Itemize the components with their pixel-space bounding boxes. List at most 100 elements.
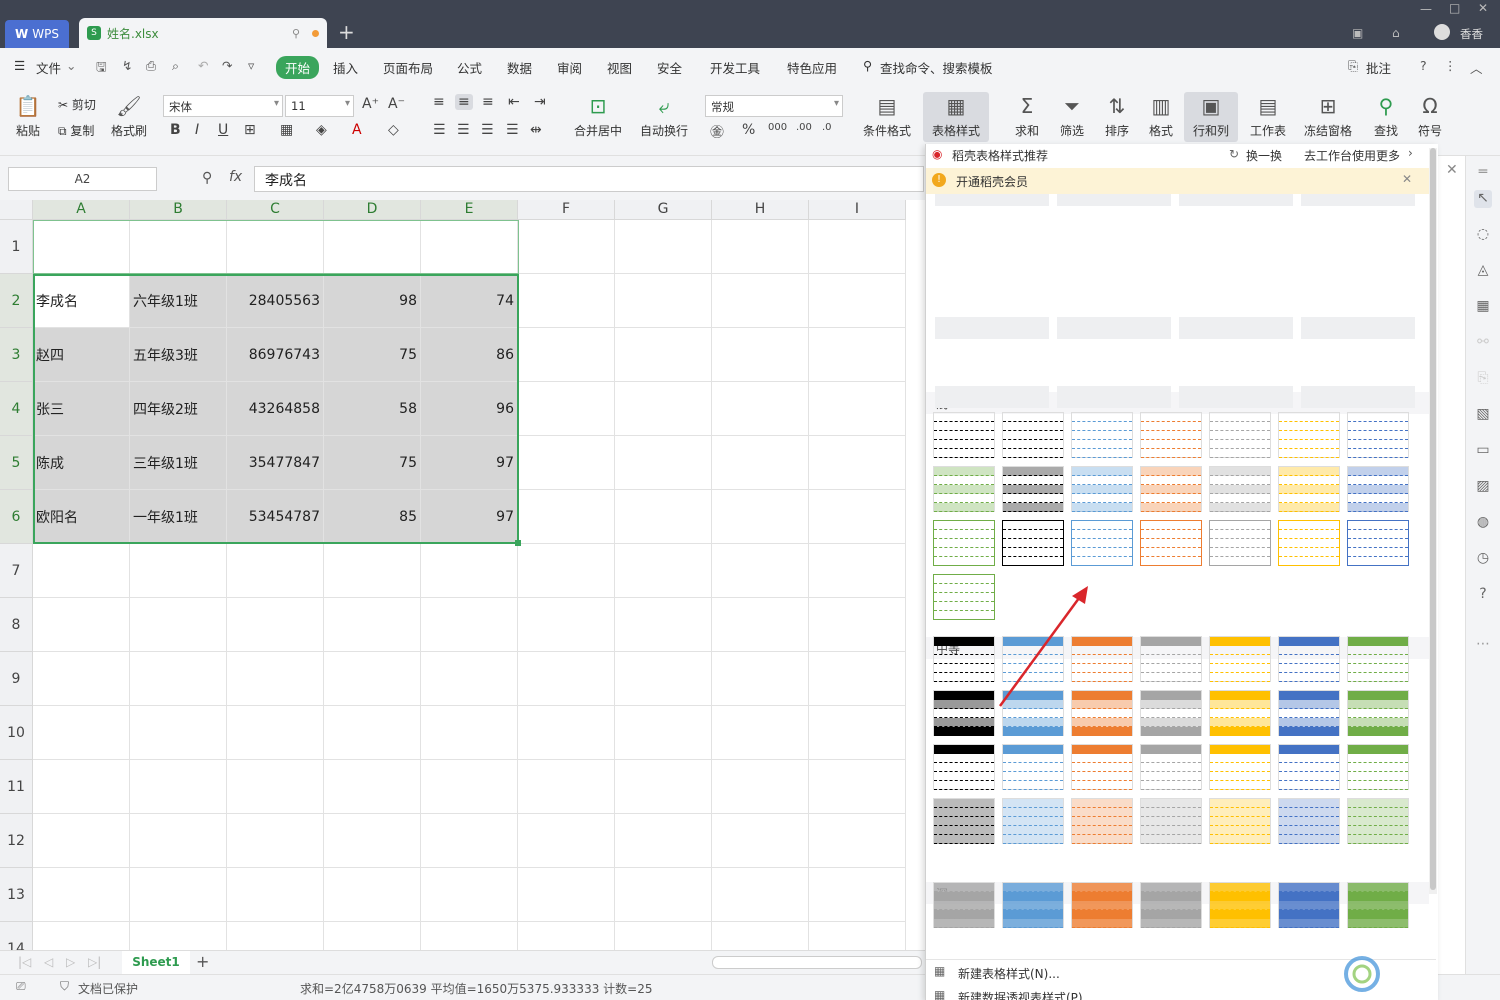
- table-style-thumbnail[interactable]: [1347, 744, 1409, 790]
- format-painter-button[interactable]: 🖌 格式刷: [108, 94, 150, 139]
- cell[interactable]: [518, 328, 615, 382]
- table-style-thumbnail[interactable]: [1071, 412, 1133, 458]
- cell[interactable]: [227, 706, 324, 760]
- cell-style-icon[interactable]: ▦: [280, 122, 293, 138]
- close-panel-icon[interactable]: ✕: [1446, 162, 1458, 178]
- table-style-thumbnail[interactable]: [933, 744, 995, 790]
- selection-stats[interactable]: 求和=2亿4758万0639 平均值=1650万5375.933333 计数=2…: [300, 980, 652, 997]
- menu-tab-security[interactable]: 安全: [657, 58, 682, 77]
- cell[interactable]: [130, 760, 227, 814]
- last-sheet-icon[interactable]: ▷|: [88, 955, 101, 969]
- table-style-thumbnail[interactable]: [1140, 520, 1202, 566]
- skin-icon[interactable]: ⌂: [1392, 26, 1400, 40]
- cell[interactable]: [809, 436, 906, 490]
- menu-tab-special[interactable]: 特色应用: [787, 58, 837, 77]
- align-top-icon[interactable]: ≡: [433, 94, 445, 110]
- close-window-icon[interactable]: ✕: [1478, 1, 1488, 15]
- cell[interactable]: [712, 220, 809, 274]
- avatar[interactable]: [1434, 24, 1450, 40]
- minimize-icon[interactable]: —: [1420, 2, 1432, 16]
- table-style-thumbnail[interactable]: [1140, 798, 1202, 844]
- preview-icon[interactable]: ⌕: [172, 58, 179, 74]
- cell[interactable]: [33, 922, 130, 950]
- decrease-font-icon[interactable]: A⁻: [388, 96, 405, 112]
- cell[interactable]: [518, 436, 615, 490]
- row-header[interactable]: 1: [0, 220, 33, 274]
- table-style-thumbnail[interactable]: [1002, 466, 1064, 512]
- cell[interactable]: [33, 814, 130, 868]
- format-button[interactable]: ▥ 格式: [1141, 94, 1181, 139]
- table-style-thumbnail[interactable]: [1347, 466, 1409, 512]
- archive-icon[interactable]: ▭: [1474, 442, 1492, 460]
- cell[interactable]: [712, 652, 809, 706]
- cell[interactable]: [712, 328, 809, 382]
- command-search[interactable]: 查找命令、搜索模板: [880, 58, 993, 77]
- select-all-corner[interactable]: [0, 200, 33, 220]
- cell[interactable]: [324, 652, 421, 706]
- font-name-select[interactable]: 宋体: [163, 95, 283, 117]
- font-color-icon[interactable]: A: [352, 122, 362, 138]
- table-style-thumbnail[interactable]: [1278, 636, 1340, 682]
- wrap-text-button[interactable]: ⤶ 自动换行: [636, 94, 692, 139]
- cell[interactable]: [421, 814, 518, 868]
- table-style-thumbnail[interactable]: [1140, 466, 1202, 512]
- zoom-icon[interactable]: ⚲: [202, 170, 212, 186]
- cell[interactable]: [518, 220, 615, 274]
- maximize-icon[interactable]: □: [1449, 1, 1460, 15]
- table-style-thumbnail[interactable]: [1209, 520, 1271, 566]
- cell[interactable]: [615, 328, 712, 382]
- print-icon[interactable]: ⎙: [146, 58, 156, 74]
- annotate-button[interactable]: 批注: [1366, 58, 1391, 77]
- menu-tab-view[interactable]: 视图: [607, 58, 632, 77]
- row-header[interactable]: 2: [0, 274, 33, 328]
- thousands-icon[interactable]: 000: [768, 122, 787, 133]
- cell[interactable]: [809, 382, 906, 436]
- history-icon[interactable]: ◷: [1474, 550, 1492, 568]
- cell[interactable]: [518, 760, 615, 814]
- row-header[interactable]: 14: [0, 922, 33, 950]
- italic-icon[interactable]: I: [195, 122, 199, 138]
- new-table-style-button[interactable]: 新建表格样式(N)...: [958, 965, 1060, 982]
- help-icon[interactable]: ?: [1420, 58, 1427, 73]
- cell[interactable]: [615, 382, 712, 436]
- table-style-thumbnail[interactable]: [1278, 744, 1340, 790]
- row-header[interactable]: 13: [0, 868, 33, 922]
- cell[interactable]: [324, 760, 421, 814]
- cell[interactable]: [130, 922, 227, 950]
- cell[interactable]: [421, 544, 518, 598]
- cell[interactable]: [712, 436, 809, 490]
- save-icon[interactable]: 🖫: [96, 58, 107, 79]
- cell[interactable]: [809, 652, 906, 706]
- table-style-thumbnail[interactable]: [1140, 636, 1202, 682]
- cell[interactable]: [712, 490, 809, 544]
- column-header[interactable]: E: [421, 200, 518, 220]
- chevron-down-icon[interactable]: ⌄: [66, 58, 76, 73]
- cell[interactable]: [130, 544, 227, 598]
- new-pivot-style-button[interactable]: 新建数据透视表样式(P)...: [958, 989, 1094, 1000]
- align-right-icon[interactable]: ☰: [481, 122, 494, 138]
- align-center-icon[interactable]: ☰: [457, 122, 470, 138]
- cell[interactable]: [809, 274, 906, 328]
- cell[interactable]: [324, 598, 421, 652]
- indent-decrease-icon[interactable]: ⇤: [508, 94, 520, 110]
- table-style-thumbnail[interactable]: [1347, 690, 1409, 736]
- more-link[interactable]: 去工作台使用更多: [1304, 147, 1400, 164]
- table-style-thumbnail[interactable]: [1140, 412, 1202, 458]
- rows-cols-button[interactable]: ▣ 行和列: [1184, 92, 1238, 142]
- cell[interactable]: [712, 922, 809, 950]
- cell[interactable]: [324, 706, 421, 760]
- table-style-thumbnail[interactable]: [1278, 466, 1340, 512]
- table-style-thumbnail[interactable]: [1347, 636, 1409, 682]
- row-header[interactable]: 4: [0, 382, 33, 436]
- row-header[interactable]: 3: [0, 328, 33, 382]
- cell[interactable]: [421, 598, 518, 652]
- table-style-thumbnail[interactable]: [1209, 466, 1271, 512]
- cell[interactable]: [809, 544, 906, 598]
- cell[interactable]: [518, 274, 615, 328]
- cell[interactable]: [324, 868, 421, 922]
- table-style-thumbnail[interactable]: [933, 574, 995, 620]
- table-style-thumbnail[interactable]: [933, 798, 995, 844]
- macro-icon[interactable]: ⎚: [16, 979, 26, 994]
- cell[interactable]: [421, 922, 518, 950]
- cell[interactable]: [615, 652, 712, 706]
